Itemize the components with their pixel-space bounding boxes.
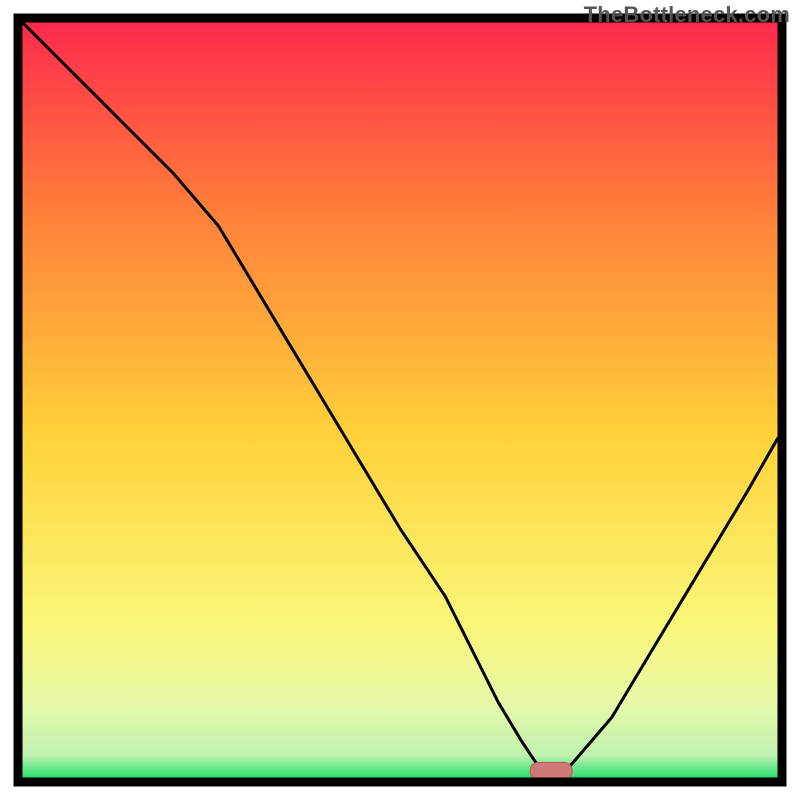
- bottleneck-chart: [0, 0, 800, 800]
- optimum-marker: [530, 762, 572, 779]
- chart-stage: TheBottleneck.com: [0, 0, 800, 800]
- watermark-text: TheBottleneck.com: [584, 2, 790, 28]
